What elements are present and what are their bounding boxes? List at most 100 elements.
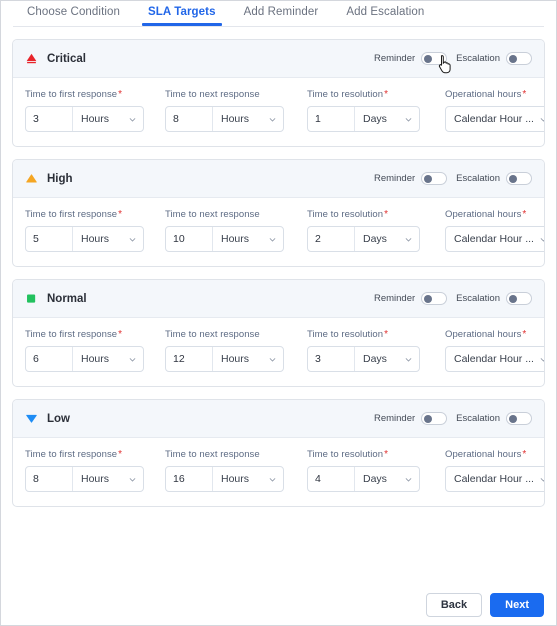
- label-text: Time to resolution: [307, 89, 384, 100]
- next-response-unit-select[interactable]: Hours: [213, 467, 283, 491]
- first-response-value-input[interactable]: [26, 227, 72, 251]
- label-text: Time to next response: [165, 209, 260, 220]
- field-next-response: Time to next response Hours: [165, 449, 301, 492]
- operational-hours-control: Calendar Hour ...: [445, 106, 544, 132]
- sla-section-critical: Critical Reminder Escalation Time to fir…: [12, 39, 545, 147]
- next-response-value-input[interactable]: [166, 467, 212, 491]
- reminder-toggle[interactable]: [421, 172, 448, 185]
- reminder-label: Reminder: [373, 53, 416, 64]
- toggle-knob: [509, 294, 517, 303]
- chevron-down-icon: [540, 477, 544, 482]
- priority-label: Normal: [47, 292, 87, 305]
- field-first-response: Time to first response* Hours: [25, 209, 161, 252]
- tab-sla-targets[interactable]: SLA Targets: [134, 1, 230, 26]
- operational-hours-value: Calendar Hour ...: [454, 473, 534, 485]
- unit-text: Hours: [81, 473, 110, 485]
- first-response-unit-select[interactable]: Hours: [73, 347, 143, 371]
- label-text: Time to first response: [25, 209, 118, 220]
- label-text: Time to first response: [25, 89, 118, 100]
- first-response-control: Hours: [25, 106, 144, 132]
- first-response-value-input[interactable]: [26, 107, 72, 131]
- resolution-unit-select[interactable]: Days: [355, 227, 419, 251]
- chevron-down-icon: [405, 477, 412, 482]
- label-text: Time to first response: [25, 449, 118, 460]
- reminder-toggle-group: Reminder: [374, 412, 448, 425]
- field-next-response: Time to next response Hours: [165, 329, 301, 372]
- first-response-value-input[interactable]: [26, 467, 72, 491]
- resolution-value-input[interactable]: [308, 107, 354, 131]
- toggle-knob: [424, 294, 433, 303]
- next-button[interactable]: Next: [490, 593, 544, 617]
- operational-hours-select[interactable]: Calendar Hour ...: [446, 347, 544, 371]
- field-next-response: Time to next response Hours: [165, 89, 301, 132]
- next-response-value-input[interactable]: [166, 347, 212, 371]
- tab-choose-condition[interactable]: Choose Condition: [13, 1, 134, 25]
- section-body: Time to first response* Hours Time to ne…: [13, 318, 544, 386]
- resolution-control: Days: [307, 226, 420, 252]
- escalation-toggle-group: Escalation: [456, 52, 532, 65]
- unit-text: Hours: [221, 233, 250, 245]
- unit-text: Days: [363, 233, 387, 245]
- section-body: Time to first response * Hours Time to ne…: [13, 78, 544, 146]
- reminder-label: Reminder: [373, 293, 416, 304]
- unit-text: Hours: [221, 113, 250, 125]
- resolution-value-input[interactable]: [308, 347, 354, 371]
- chevron-down-icon: [405, 237, 412, 242]
- first-response-unit-select[interactable]: Hours: [73, 227, 143, 251]
- chevron-down-icon: [129, 117, 136, 122]
- required-asterisk: *: [522, 329, 527, 340]
- resolution-unit-select[interactable]: Days: [355, 347, 419, 371]
- next-response-value-input[interactable]: [166, 227, 212, 251]
- next-response-unit-select[interactable]: Hours: [213, 227, 283, 251]
- sla-targets-page: Choose Condition SLA Targets Add Reminde…: [0, 0, 557, 626]
- tab-label: Add Escalation: [346, 6, 425, 18]
- field-label: Time to next response: [165, 449, 301, 460]
- first-response-unit-select[interactable]: Hours: [73, 467, 143, 491]
- label-text: Operational hours: [445, 329, 522, 340]
- sla-sections-list: Critical Reminder Escalation Time to fir…: [1, 27, 556, 507]
- operational-hours-select[interactable]: Calendar Hour ...: [446, 467, 544, 491]
- priority-badge: Normal: [25, 292, 87, 305]
- resolution-unit-select[interactable]: Days: [355, 107, 419, 131]
- section-header: Critical Reminder Escalation: [13, 40, 544, 78]
- section-body: Time to first response * Hours Time to ne…: [13, 438, 544, 506]
- reminder-toggle[interactable]: [421, 412, 448, 425]
- resolution-unit-select[interactable]: Days: [355, 467, 419, 491]
- escalation-toggle[interactable]: [506, 412, 532, 425]
- escalation-toggle-group: Escalation: [456, 172, 532, 185]
- escalation-toggle-group: Escalation: [456, 292, 532, 305]
- resolution-value-input[interactable]: [308, 467, 354, 491]
- next-response-unit-select[interactable]: Hours: [213, 107, 283, 131]
- reminder-toggle[interactable]: [421, 52, 448, 65]
- escalation-toggle[interactable]: [506, 292, 532, 305]
- next-response-value-input[interactable]: [166, 107, 212, 131]
- section-header: High Reminder Escalation: [13, 160, 544, 198]
- escalation-toggle[interactable]: [506, 52, 532, 65]
- chevron-down-icon: [269, 237, 276, 242]
- section-header: Normal Reminder Escalation: [13, 280, 544, 318]
- required-asterisk: *: [118, 329, 123, 340]
- next-response-unit-select[interactable]: Hours: [213, 347, 283, 371]
- priority-label: Critical: [47, 52, 86, 65]
- label-text: Operational hours: [445, 449, 522, 460]
- field-resolution: Time to resolution* Days: [307, 449, 437, 492]
- operational-hours-select[interactable]: Calendar Hour ...: [446, 227, 544, 251]
- tab-label: SLA Targets: [148, 6, 216, 18]
- required-asterisk: *: [522, 89, 527, 100]
- first-response-value-input[interactable]: [26, 347, 72, 371]
- required-asterisk: *: [384, 449, 389, 460]
- reminder-toggle-group: Reminder: [374, 172, 448, 185]
- operational-hours-select[interactable]: Calendar Hour ...: [446, 107, 544, 131]
- field-operational-hours: Operational hours* Calendar Hour ...: [445, 329, 544, 372]
- back-button[interactable]: Back: [425, 593, 483, 617]
- required-asterisk: *: [384, 329, 389, 340]
- toggle-knob: [509, 54, 517, 63]
- label-text: Time to next response: [165, 89, 260, 100]
- first-response-control: Hours: [25, 466, 144, 492]
- resolution-value-input[interactable]: [308, 227, 354, 251]
- reminder-toggle[interactable]: [421, 292, 448, 305]
- tab-add-escalation[interactable]: Add Escalation: [332, 1, 438, 25]
- tab-add-reminder[interactable]: Add Reminder: [230, 1, 333, 25]
- first-response-unit-select[interactable]: Hours: [73, 107, 143, 131]
- escalation-toggle[interactable]: [506, 172, 532, 185]
